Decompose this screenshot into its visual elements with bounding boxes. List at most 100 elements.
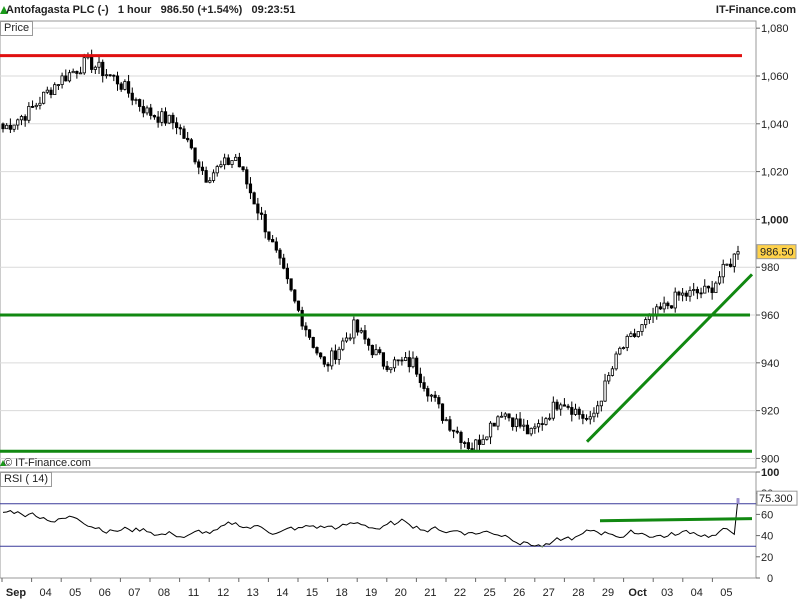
x-tick-label: 26 (513, 587, 525, 599)
candle-body (219, 164, 223, 168)
candle-body (119, 83, 123, 90)
candle-body (378, 349, 382, 354)
candle-body (736, 251, 740, 255)
candle-body (42, 91, 46, 104)
candle-body (248, 183, 253, 194)
candle-body (367, 338, 371, 346)
price-pane-label: Price (0, 21, 34, 36)
candle-body (289, 278, 293, 291)
x-tick-label: 22 (454, 587, 466, 599)
candle-body (418, 373, 422, 384)
candle-body (481, 438, 485, 445)
candle-body (189, 139, 193, 149)
candle-body (315, 347, 319, 354)
rsi-series (2, 498, 740, 548)
candle-body (56, 84, 61, 86)
candle-body (156, 116, 160, 123)
price-tick-label: 940 (761, 358, 779, 370)
candle-body (115, 75, 120, 85)
candle-body (422, 382, 426, 389)
candle-body (97, 61, 101, 68)
x-tick-label: 04 (39, 587, 51, 599)
candle-body (167, 114, 171, 124)
price-tick-label: 1,020 (761, 167, 789, 179)
candle-body (677, 291, 681, 296)
candle-body (226, 157, 230, 165)
chart-canvas: 1,080 1,060 1,040 1,020 1,000 980 960 940 920 900… (0, 20, 798, 599)
candle-body (330, 350, 334, 367)
candle-body (348, 337, 352, 340)
candle-body (71, 70, 75, 74)
candle-body (145, 107, 149, 114)
candle-body (658, 306, 663, 310)
x-tick-label: 12 (217, 587, 229, 599)
price-tick-label: 900 (761, 453, 779, 465)
candle-body (304, 325, 308, 331)
x-tick-label: 27 (543, 587, 555, 599)
candle-body (392, 359, 397, 369)
candle-body (160, 111, 164, 123)
x-tick-label: 29 (602, 587, 614, 599)
x-tick-label: 28 (572, 587, 584, 599)
candle-body (60, 75, 64, 85)
candle-body (274, 241, 278, 251)
x-tick-label: 20 (395, 587, 407, 599)
candle-body (485, 436, 489, 440)
rising-trendline (585, 273, 754, 443)
candle-body (688, 290, 692, 297)
candle-body (112, 74, 116, 77)
candle-body (223, 157, 227, 166)
candle-body (440, 403, 445, 421)
candle-body (488, 422, 493, 438)
x-tick-label: 05 (720, 587, 732, 599)
candle-body (584, 417, 589, 420)
candle-body (573, 408, 578, 415)
candle-body (618, 347, 622, 355)
candle-body (341, 340, 345, 350)
candle-body (215, 166, 219, 174)
chart-window: Antofagasta PLC (-) 1 hour 986.50 (+1.54… (0, 0, 800, 600)
candle-body (433, 394, 437, 398)
candle-body (721, 263, 725, 278)
candle-body (182, 128, 186, 139)
candle-body (108, 74, 112, 77)
candle-body (82, 57, 86, 74)
x-tick-label: 06 (99, 587, 111, 599)
price-tick-label: 960 (761, 310, 779, 322)
candle-body (581, 414, 585, 419)
rsi-tick-label: 0 (767, 573, 773, 585)
candle-body (507, 413, 511, 419)
x-tick-label: 14 (276, 587, 288, 599)
candle-body (352, 319, 356, 339)
candle-body (16, 119, 20, 126)
candle-body (130, 92, 134, 101)
candle-body (271, 239, 275, 243)
candle-body (444, 419, 448, 422)
rsi-tick-label: 60 (761, 509, 773, 521)
candle-body (64, 75, 68, 82)
candle-body (588, 416, 592, 420)
candle-body (544, 418, 548, 425)
x-tick-label: 15 (306, 587, 318, 599)
rsi-tick-label: 100 (761, 467, 779, 479)
candle-body (717, 276, 722, 284)
candle-body (263, 214, 267, 233)
candle-body (245, 169, 249, 185)
candle-body (134, 99, 138, 101)
candle-body (307, 329, 312, 338)
x-tick-label: 05 (69, 587, 81, 599)
candle-body (669, 305, 674, 309)
candle-body (459, 431, 463, 443)
candle-body (204, 170, 208, 183)
candle-body (344, 337, 349, 342)
candle-body (522, 424, 526, 427)
candle-body (126, 81, 131, 94)
candle-body (562, 404, 567, 407)
candle-body (197, 161, 201, 168)
candle-body (363, 330, 367, 340)
candle-body (333, 350, 338, 360)
candle-body (607, 375, 611, 382)
candle-body (644, 319, 648, 326)
candle-body (49, 89, 53, 96)
candle-body (518, 418, 522, 427)
